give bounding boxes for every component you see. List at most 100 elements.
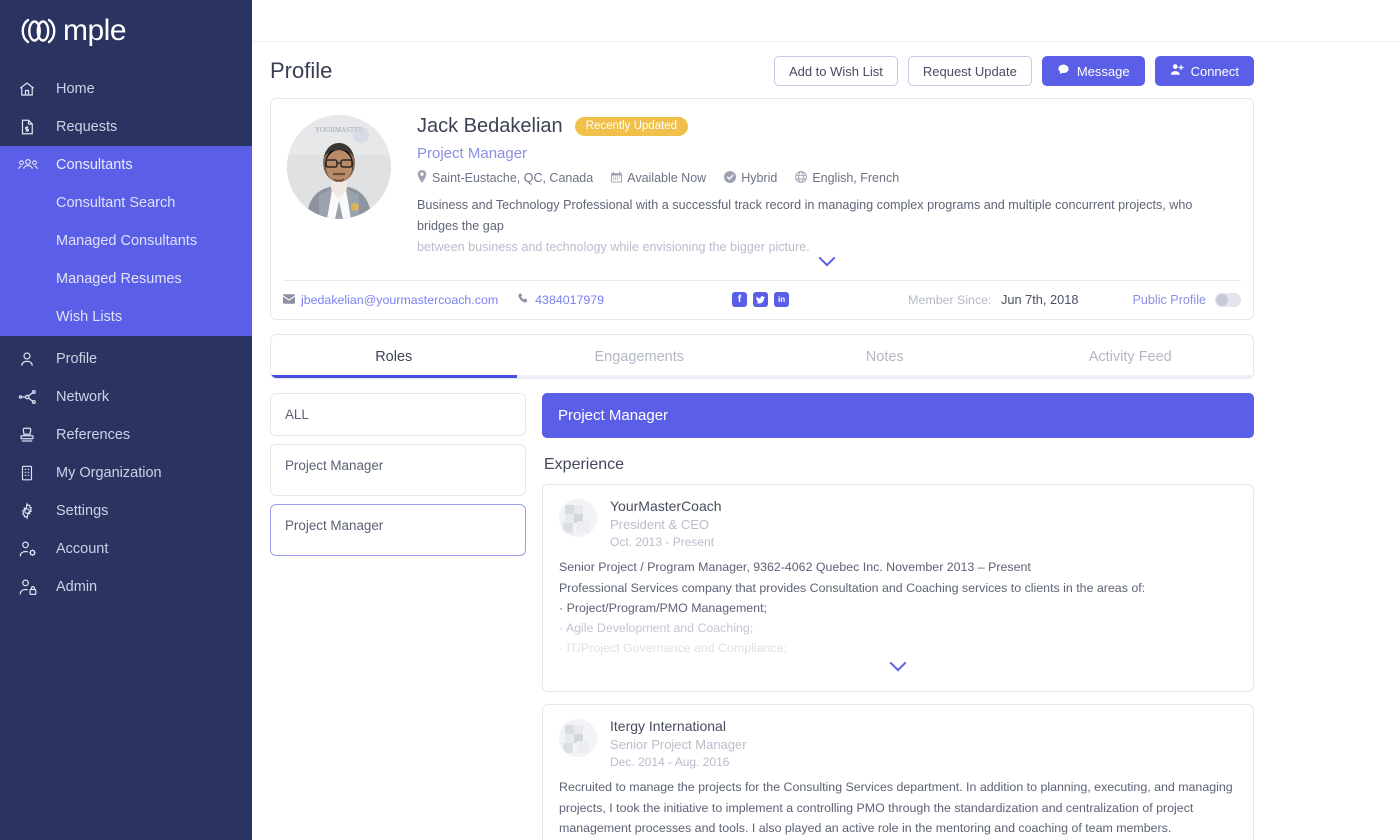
tab-engagements[interactable]: Engagements xyxy=(517,335,763,378)
sidebar-item-network[interactable]: Network xyxy=(0,378,252,416)
user-plus-icon xyxy=(1170,63,1184,79)
sidebar-sub-label: Managed Consultants xyxy=(56,233,198,249)
network-nodes-icon xyxy=(18,388,48,406)
brand-mark-icon xyxy=(21,18,56,44)
bio-line-1: Business and Technology Professional wit… xyxy=(417,198,1193,233)
sidebar-item-managed-resumes[interactable]: Managed Resumes xyxy=(0,260,252,298)
sidebar-item-consultants[interactable]: Consultants xyxy=(0,146,252,184)
email-link[interactable]: jbedakelian@yourmastercoach.com xyxy=(283,293,498,307)
sidebar-group-consultants: Consultants Consultant Search Managed Co… xyxy=(0,146,252,336)
sidebar-item-settings[interactable]: Settings xyxy=(0,492,252,530)
phone-icon xyxy=(518,293,529,307)
sidebar-item-account[interactable]: Account xyxy=(0,530,252,568)
phone-value: 4384017979 xyxy=(535,292,605,307)
tab-label: Roles xyxy=(375,349,413,366)
member-since: Member Since: Jun 7th, 2018 xyxy=(908,292,1078,307)
sidebar-item-managed-consultants[interactable]: Managed Consultants xyxy=(0,222,252,260)
member-since-label: Member Since: xyxy=(908,293,992,308)
contact-right: Member Since: Jun 7th, 2018 Public Profi… xyxy=(908,292,1241,307)
facebook-icon[interactable]: f xyxy=(732,292,748,308)
expand-experience-button[interactable] xyxy=(559,659,1237,677)
bio-line-2: between business and technology while en… xyxy=(417,239,810,254)
desc-line: Professional Services company that provi… xyxy=(559,580,1146,595)
meta-languages: English, French xyxy=(795,170,900,186)
desc-line: · Project/Program/PMO Management; xyxy=(559,600,767,615)
sidebar-item-my-organization[interactable]: My Organization xyxy=(0,454,252,492)
globe-icon xyxy=(795,170,808,186)
desc-line: · Agile Development and Coaching; xyxy=(559,620,754,635)
user-lock-icon xyxy=(18,578,48,596)
sidebar-item-requests[interactable]: Requests xyxy=(0,108,252,146)
message-button[interactable]: Message xyxy=(1041,56,1145,86)
meta-work-mode: Hybrid xyxy=(724,170,777,186)
tab-activity-feed[interactable]: Activity Feed xyxy=(1008,335,1254,378)
message-label: Message xyxy=(1076,63,1130,79)
experience-title: Experience xyxy=(544,456,625,474)
role-item-label: Project Manager xyxy=(285,518,384,534)
twitter-icon[interactable] xyxy=(753,292,769,308)
public-profile-toggle[interactable] xyxy=(1215,292,1241,307)
sidebar-item-home[interactable]: Home xyxy=(0,70,252,108)
tab-label: Notes xyxy=(865,349,904,366)
phone-link[interactable]: 4384017979 xyxy=(518,293,604,307)
header-actions: Add to Wish List Request Update Message … xyxy=(773,56,1254,86)
avatar[interactable]: YOURMASTER xyxy=(287,115,391,219)
role-item-selected[interactable]: Project Manager xyxy=(270,504,526,557)
role-item[interactable]: Project Manager xyxy=(270,444,526,497)
document-dollar-icon xyxy=(18,118,48,136)
role-item-label: Project Manager xyxy=(285,458,384,474)
sidebar-item-profile[interactable]: Profile xyxy=(0,340,252,378)
sidebar-item-label: References xyxy=(56,427,131,443)
sidebar-item-admin[interactable]: Admin xyxy=(0,568,252,606)
logo[interactable]: mple xyxy=(0,0,252,62)
app-root: mple Home Requests Consultants Consultan… xyxy=(0,0,1400,840)
sidebar-item-label: Network xyxy=(56,389,110,405)
contact-row: jbedakelian@yourmastercoach.com 43840179… xyxy=(271,281,1253,319)
experience-description: Senior Project / Program Manager, 9362-4… xyxy=(559,557,1237,658)
experience-card: Itergy International Senior Project Mana… xyxy=(542,704,1254,840)
sidebar-sub-label: Wish Lists xyxy=(56,309,123,325)
experience-role: Senior Project Manager xyxy=(610,737,747,753)
sidebar-item-label: Requests xyxy=(56,119,118,135)
sidebar-item-label: Home xyxy=(56,81,95,97)
user-gear-icon xyxy=(18,540,48,558)
desc-line: Senior Project / Program Manager, 9362-4… xyxy=(559,560,1031,575)
sidebar-item-consultant-search[interactable]: Consultant Search xyxy=(0,184,252,222)
check-circle-icon xyxy=(724,170,737,186)
page-header: Profile Add to Wish List Request Update … xyxy=(252,42,1400,98)
profile-name: Jack Bedakelian xyxy=(417,115,563,137)
tab-roles[interactable]: Roles xyxy=(271,335,517,378)
sidebar-item-wish-lists[interactable]: Wish Lists xyxy=(0,298,252,336)
add-to-wish-list-button[interactable]: Add to Wish List xyxy=(773,56,898,86)
top-bar xyxy=(252,0,1400,42)
sidebar-item-references[interactable]: References xyxy=(0,416,252,454)
experience-role: President & CEO xyxy=(610,517,709,533)
sidebar-sub-label: Consultant Search xyxy=(56,195,176,211)
chevron-down-icon xyxy=(889,662,907,672)
sidebar-item-label: Settings xyxy=(56,503,109,519)
meta-languages-label: English, French xyxy=(812,171,900,185)
email-value: jbedakelian@yourmastercoach.com xyxy=(301,292,499,307)
connect-button[interactable]: Connect xyxy=(1154,56,1254,86)
role-filter-all[interactable]: ALL xyxy=(270,393,526,437)
public-profile-toggle-group: Public Profile xyxy=(1133,292,1241,307)
connect-label: Connect xyxy=(1190,63,1239,79)
profile-card: YOURMASTER Jack Bedakelian Recently Upda… xyxy=(270,98,1254,321)
social-links: f in xyxy=(732,292,790,308)
logo-text: mple xyxy=(63,14,127,47)
sidebar: mple Home Requests Consultants Consultan… xyxy=(0,0,252,840)
member-since-value: Jun 7th, 2018 xyxy=(1000,292,1079,308)
calendar-icon xyxy=(611,171,623,186)
request-update-button[interactable]: Request Update xyxy=(907,56,1032,86)
company-logo xyxy=(559,499,597,538)
experience-dates: Dec. 2014 - Aug. 2016 xyxy=(610,755,730,770)
desc-line: · IT/Project Governance and Compliance; xyxy=(559,641,787,656)
sidebar-sub-label: Managed Resumes xyxy=(56,271,182,287)
linkedin-icon[interactable]: in xyxy=(774,292,790,308)
chevron-down-icon xyxy=(818,257,836,267)
profile-details: Jack Bedakelian Recently Updated Project… xyxy=(391,113,1237,272)
gear-icon xyxy=(18,502,48,520)
tab-notes[interactable]: Notes xyxy=(762,335,1008,378)
sidebar-item-label: Admin xyxy=(56,579,98,595)
profile-title: Project Manager xyxy=(417,145,528,162)
